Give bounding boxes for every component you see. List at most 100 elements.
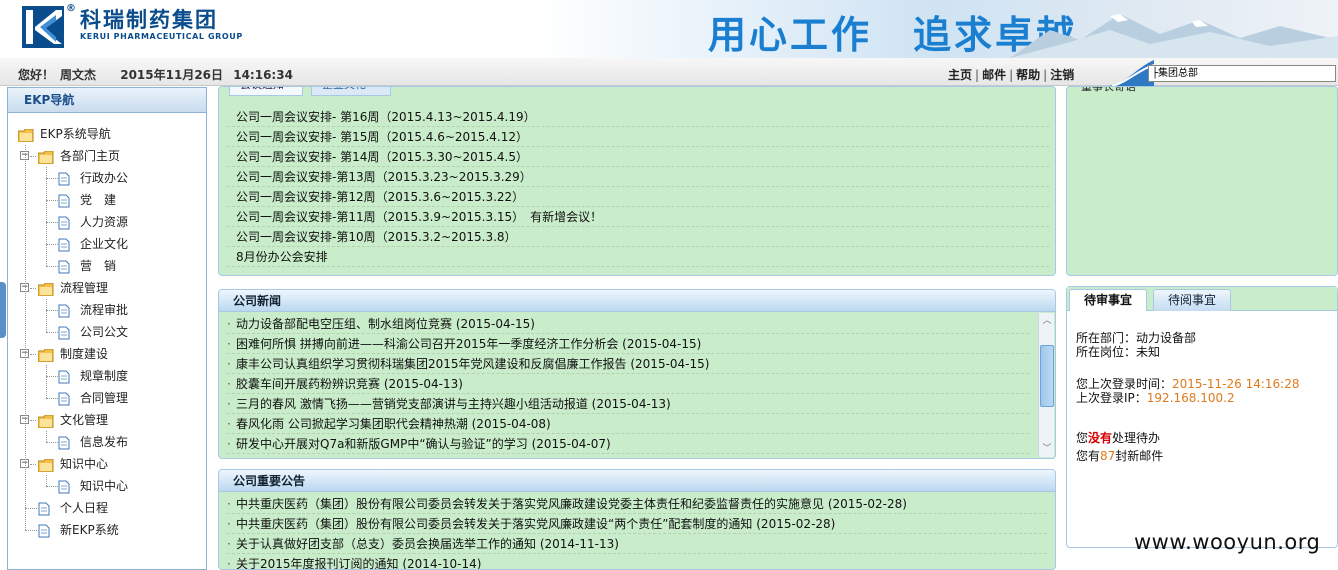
help-link[interactable]: 帮助 bbox=[1016, 68, 1040, 82]
notice-item-title: 中共重庆医药（集团）股份有限公司委员会转发关于落实党风廉政建设党委主体责任和纪委… bbox=[236, 497, 907, 511]
mail-count: 87 bbox=[1100, 449, 1116, 463]
nav-tree: EKP系统导航 − 各部门主页 行政办公 党 建 人力资源 企业文化 营 销 −… bbox=[8, 113, 206, 551]
document-icon bbox=[38, 501, 50, 516]
notice-item[interactable]: · 中共重庆医药（集团）股份有限公司委员会转发关于落实党风廉政建设党委主体责任和纪… bbox=[227, 494, 1047, 514]
meeting-item[interactable]: 公司一周会议安排-第11周（2015.3.9~2015.3.15） 有新增会议！ bbox=[227, 207, 1049, 227]
mail-line[interactable]: 您有87封新邮件 bbox=[1076, 449, 1337, 463]
todo-tabs: 待审事宜 待阅事宜 bbox=[1067, 287, 1337, 311]
document-icon bbox=[58, 259, 70, 274]
meeting-list: 公司一周会议安排- 第16周（2015.4.13~2015.4.19） 公司一周会… bbox=[219, 107, 1055, 267]
tree-extra-item[interactable]: 个人日程 bbox=[8, 497, 206, 519]
tree-leaf[interactable]: 党 建 bbox=[8, 189, 206, 211]
tree-group-label: 各部门主页 bbox=[60, 149, 121, 163]
dept-value: 动力设备部 bbox=[1136, 331, 1197, 345]
tab-meeting-notice[interactable]: 会议通知 bbox=[229, 87, 303, 96]
tree-leaf-label: 合同管理 bbox=[80, 391, 129, 405]
user-status-panel: 待审事宜 待阅事宜 所在部门：动力设备部 所在岗位：未知 您上次登录时间：201… bbox=[1066, 286, 1338, 548]
tree-root[interactable]: EKP系统导航 bbox=[8, 123, 206, 145]
sidebar-collapse-handle[interactable] bbox=[0, 282, 6, 338]
tree-group[interactable]: − 知识中心 bbox=[8, 453, 206, 475]
tree-leaf[interactable]: 知识中心 bbox=[8, 475, 206, 497]
tree-leaf[interactable]: 规章制度 bbox=[8, 365, 206, 387]
pending-highlight: 没有 bbox=[1088, 431, 1113, 445]
tab-pending-read[interactable]: 待阅事宜 bbox=[1153, 289, 1232, 311]
news-item[interactable]: · 困难何所惧 拼搏向前进——科渝公司召开2015年一季度经济工作分析会 (201… bbox=[227, 334, 1029, 354]
meeting-item[interactable]: 公司一周会议安排- 第14周（2015.3.30~2015.4.5） bbox=[227, 147, 1049, 167]
scroll-thumb[interactable] bbox=[1040, 345, 1054, 407]
meeting-item[interactable]: 公司一周会议安排-第12周（2015.3.6~2015.3.22） bbox=[227, 187, 1049, 207]
tree-group[interactable]: − 流程管理 bbox=[8, 277, 206, 299]
user-name: 周文杰 bbox=[60, 68, 97, 82]
user-greeting: 您好！ 周文杰 2015年11月26日 14:16:34 bbox=[18, 66, 299, 83]
tree-leaf-label: 规章制度 bbox=[80, 369, 129, 383]
chairman-message-panel: 董事长寄语 bbox=[1066, 86, 1338, 276]
news-item[interactable]: · 动力设备部配电空压组、制水组岗位竞赛 (2015-04-15) bbox=[227, 314, 1029, 334]
notice-item[interactable]: · 关于2015年度报刊订阅的通知 (2014-10-14) bbox=[227, 554, 1047, 570]
tree-group-label: 制度建设 bbox=[60, 347, 109, 361]
current-date: 2015年11月26日 bbox=[120, 68, 224, 82]
logout-link[interactable]: 注销 bbox=[1050, 68, 1074, 82]
folder-icon bbox=[37, 281, 54, 297]
tree-group[interactable]: − 制度建设 bbox=[8, 343, 206, 365]
folder-icon bbox=[37, 457, 54, 473]
department-select[interactable]: ├集团总部 bbox=[1148, 65, 1336, 82]
news-item-title: 康丰公司认真组织学习贯彻科瑞集团2015年党风建设和反腐倡廉工作报告 (2015… bbox=[236, 357, 710, 371]
document-icon bbox=[58, 215, 70, 230]
folder-icon bbox=[37, 413, 54, 429]
meeting-item[interactable]: 公司一周会议安排- 第15周（2015.4.6~2015.4.12） bbox=[227, 127, 1049, 147]
notice-list: · 中共重庆医药（集团）股份有限公司委员会转发关于落实党风廉政建设党委主体责任和纪… bbox=[219, 492, 1055, 570]
tree-leaf[interactable]: 行政办公 bbox=[8, 167, 206, 189]
tree-leaf[interactable]: 公司公文 bbox=[8, 321, 206, 343]
meeting-item-title: 公司一周会议安排- 第16周（2015.4.13~2015.4.19） bbox=[236, 110, 536, 124]
tree-leaf[interactable]: 人力资源 bbox=[8, 211, 206, 233]
registered-mark: ® bbox=[66, 3, 76, 14]
news-item[interactable]: · 胶囊车间开展药粉辨识竞赛 (2015-04-13) bbox=[227, 374, 1029, 394]
company-name-en: KERUI PHARMACEUTICAL GROUP bbox=[80, 32, 243, 41]
tree-leaf-label: 公司公文 bbox=[80, 325, 129, 339]
tree-leaf[interactable]: 合同管理 bbox=[8, 387, 206, 409]
meeting-item[interactable]: 公司一周会议安排-第13周（2015.3.23~2015.3.29） bbox=[227, 167, 1049, 187]
tab-corporate-culture[interactable]: 企业文化 bbox=[311, 87, 391, 96]
meeting-item[interactable]: 8月份办公会安排 bbox=[227, 247, 1049, 267]
tree-leaf-label: 人力资源 bbox=[80, 215, 129, 229]
news-item[interactable]: · 春风化雨 公司掀起学习集团职代会精神热潮 (2015-04-08) bbox=[227, 414, 1029, 434]
tree-leaf[interactable]: 信息发布 bbox=[8, 431, 206, 453]
greeting-text: 您好！ bbox=[18, 68, 55, 82]
tree-extra-item[interactable]: 新EKP系统 bbox=[8, 519, 206, 541]
sidebar: EKP导航 EKP系统导航 − 各部门主页 行政办公 党 建 人力资源 企业文化 bbox=[7, 87, 207, 570]
tree-leaf[interactable]: 营 销 bbox=[8, 255, 206, 277]
last-login-line: 您上次登录时间：2015-11-26 14:16:28 bbox=[1076, 377, 1300, 391]
notice-item[interactable]: · 中共重庆医药（集团）股份有限公司委员会转发关于落实党风廉政建设“两个责任”配套… bbox=[227, 514, 1047, 534]
notice-item-title: 关于2015年度报刊订阅的通知 (2014-10-14) bbox=[236, 557, 482, 570]
tree-extra-label: 个人日程 bbox=[60, 501, 109, 515]
news-panel: 公司新闻 · 动力设备部配电空压组、制水组岗位竞赛 (2015-04-15) · 困难… bbox=[218, 289, 1056, 459]
current-time: 14:16:34 bbox=[233, 68, 293, 82]
home-link[interactable]: 主页 bbox=[948, 68, 972, 82]
tree-leaf[interactable]: 企业文化 bbox=[8, 233, 206, 255]
scroll-down-icon[interactable]: ﹀ bbox=[1039, 441, 1055, 457]
tree-leaf-label: 信息发布 bbox=[80, 435, 129, 449]
document-icon bbox=[38, 523, 50, 538]
meeting-item-note: 有新增会议！ bbox=[530, 210, 603, 224]
scroll-up-icon[interactable]: ︿ bbox=[1039, 313, 1055, 329]
tree-group-label: 知识中心 bbox=[60, 457, 109, 471]
meeting-item[interactable]: 公司一周会议安排- 第16周（2015.4.13~2015.4.19） bbox=[227, 107, 1049, 127]
tree-group[interactable]: − 文化管理 bbox=[8, 409, 206, 431]
tree-leaf[interactable]: 流程审批 bbox=[8, 299, 206, 321]
document-icon bbox=[58, 369, 70, 384]
news-item[interactable]: · 三月的春风 激情飞扬——营销党支部演讲与主持兴趣小组活动报道 (2015-04… bbox=[227, 394, 1029, 414]
meeting-item-title: 8月份办公会安排 bbox=[236, 250, 328, 264]
tab-pending-review[interactable]: 待审事宜 bbox=[1069, 289, 1148, 311]
post-line: 所在岗位：未知 bbox=[1076, 345, 1161, 359]
tree-group[interactable]: − 各部门主页 bbox=[8, 145, 206, 167]
news-item[interactable]: · 康丰公司认真组织学习贯彻科瑞集团2015年党风建设和反腐倡廉工作报告 (201… bbox=[227, 354, 1029, 374]
news-item[interactable]: · 研发中心开展对Q7a和新版GMP中“确认与验证”的学习 (2015-04-07… bbox=[227, 434, 1029, 454]
meeting-item[interactable]: 公司一周会议安排-第10周（2015.3.2~2015.3.8） bbox=[227, 227, 1049, 247]
document-icon bbox=[58, 325, 70, 340]
tree-extra-label: 新EKP系统 bbox=[60, 523, 119, 537]
notice-item[interactable]: · 关于认真做好团支部（总支）委员会换届选举工作的通知 (2014-11-13) bbox=[227, 534, 1047, 554]
pending-line: 您没有处理待办 bbox=[1076, 431, 1161, 445]
news-scrollbar[interactable]: ︿ ﹀ bbox=[1038, 313, 1054, 457]
notice-panel: 公司重要公告 · 中共重庆医药（集团）股份有限公司委员会转发关于落实党风廉政建设党… bbox=[218, 469, 1056, 570]
mail-link[interactable]: 邮件 bbox=[982, 68, 1006, 82]
